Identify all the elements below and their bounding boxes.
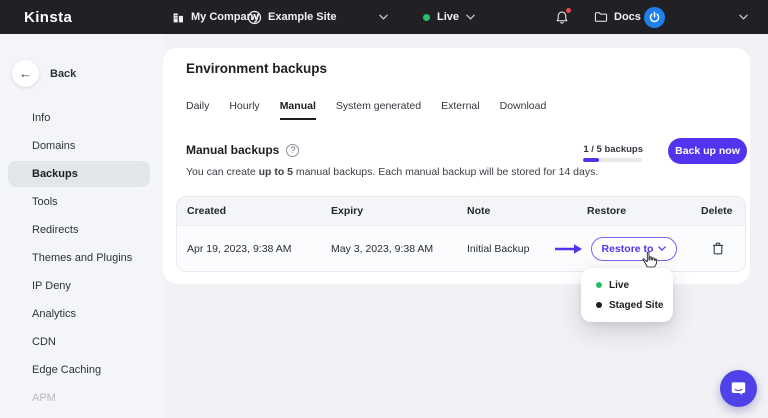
sidebar-item-label: Tools — [32, 196, 58, 208]
svg-text:W: W — [250, 13, 259, 22]
column-note: Note — [467, 205, 491, 217]
hand-cursor — [642, 251, 658, 268]
sidebar-item-tools[interactable]: Tools — [8, 189, 150, 215]
sidebar-item-label: Info — [32, 112, 51, 124]
arrow-left-icon: ← — [12, 60, 39, 87]
site-selector[interactable]: W Example Site — [247, 0, 336, 34]
sidebar-item-ip-deny[interactable]: IP Deny — [8, 273, 150, 299]
chevron-down-icon — [739, 14, 748, 20]
notification-badge — [566, 7, 571, 13]
tab-manual[interactable]: Manual — [279, 100, 316, 120]
tab-daily[interactable]: Daily — [186, 100, 209, 120]
back-button[interactable]: ← Back — [12, 60, 76, 87]
description-suffix: manual backups. Each manual backup will … — [293, 166, 599, 178]
sidebar-item-analytics[interactable]: Analytics — [8, 301, 150, 327]
top-bar: Kinsta My Company W Example Site Live Do… — [0, 0, 768, 34]
main-panel: Environment backups Daily Hourly Manual … — [163, 48, 750, 284]
sidebar-item-label: Analytics — [32, 308, 77, 320]
sidebar-item-label: APM — [32, 392, 56, 404]
delete-backup-button[interactable] — [691, 242, 745, 255]
chevron-down-icon — [658, 246, 667, 251]
column-restore: Restore — [587, 205, 627, 217]
table-header: Created Expiry Note Restore Delete — [177, 197, 745, 226]
sidebar-item-info[interactable]: Info — [8, 105, 150, 131]
kinsta-dashboard: Kinsta My Company W Example Site Live Do… — [0, 0, 768, 418]
sidebar-item-label: CDN — [32, 336, 56, 348]
backup-tabs: Daily Hourly Manual System generated Ext… — [186, 100, 546, 120]
docs-label: Docs — [614, 11, 641, 23]
sidebar-item-edge-caching[interactable]: Edge Caching — [8, 357, 150, 383]
dropdown-item-label: Staged Site — [609, 299, 664, 311]
page-title: Environment backups — [186, 61, 328, 76]
environment-name: Live — [437, 11, 460, 23]
description-prefix: You can create — [186, 166, 259, 178]
environment-selector[interactable]: Live — [423, 0, 475, 34]
cell-created: Apr 19, 2023, 9:38 AM — [187, 242, 292, 255]
description-bold: up to 5 — [258, 166, 294, 178]
sidebar-item-label: Redirects — [32, 224, 79, 236]
dropdown-item-label: Live — [609, 279, 630, 291]
chevron-down-icon — [466, 14, 475, 20]
sidebar-item-label: Backups — [32, 168, 78, 180]
backups-table: Created Expiry Note Restore Delete Apr 1… — [176, 196, 746, 272]
restore-to-button[interactable]: Restore to — [591, 236, 677, 261]
sidebar-item-label: Edge Caching — [32, 364, 102, 376]
column-expiry: Expiry — [331, 205, 364, 217]
site-name: Example Site — [268, 11, 337, 23]
sidebar-item-cdn[interactable]: CDN — [8, 329, 150, 355]
chat-widget-button[interactable] — [720, 370, 757, 407]
dropdown-item-live[interactable]: Live — [581, 275, 673, 295]
trash-icon — [713, 242, 723, 255]
table-row: Apr 19, 2023, 9:38 AM May 3, 2023, 9:38 … — [177, 226, 745, 271]
sidebar-item-label: Themes and Plugins — [32, 252, 133, 264]
sidebar-item-redirects[interactable]: Redirects — [8, 217, 150, 243]
tab-hourly[interactable]: Hourly — [229, 100, 259, 120]
section-description: You can create up to 5 manual backups. E… — [186, 166, 598, 178]
docs-link[interactable]: Docs — [594, 0, 641, 34]
help-icon[interactable]: ? — [286, 143, 300, 157]
backup-usage-bar — [583, 158, 642, 162]
wordpress-icon: W — [247, 10, 262, 24]
notifications-button[interactable] — [555, 0, 571, 34]
live-dot-icon — [596, 282, 602, 288]
tab-external[interactable]: External — [441, 100, 480, 120]
sidebar-item-themes-and-plugins[interactable]: Themes and Plugins — [8, 245, 150, 271]
sidebar-item-backups[interactable]: Backups — [8, 161, 150, 187]
restore-dropdown-menu: Live Staged Site — [581, 268, 673, 322]
tab-download[interactable]: Download — [500, 100, 547, 120]
column-delete: Delete — [701, 205, 733, 217]
sidebar-item-domains[interactable]: Domains — [8, 133, 150, 159]
back-label: Back — [50, 67, 77, 80]
section-title: Manual backups — [186, 143, 280, 157]
user-menu-toggle[interactable] — [739, 0, 748, 34]
backup-usage-fill — [583, 158, 599, 162]
tutorial-arrow-annotation — [555, 243, 582, 254]
dropdown-item-staged-site[interactable]: Staged Site — [581, 295, 673, 315]
kinsta-logo: Kinsta — [24, 8, 73, 26]
power-icon — [649, 11, 660, 22]
chevron-down-icon — [379, 14, 388, 20]
sidebar-item-apm[interactable]: APM — [8, 385, 150, 411]
column-created: Created — [187, 205, 227, 217]
site-dropdown-toggle[interactable] — [379, 0, 388, 34]
folder-icon — [594, 12, 608, 22]
sidebar: ← Back Info Domains Backups Tools Redire… — [0, 34, 163, 418]
chat-bubble-icon — [731, 382, 746, 396]
sidebar-item-label: Domains — [32, 140, 76, 152]
tab-system-generated[interactable]: System generated — [336, 100, 421, 120]
backup-usage-label: 1 / 5 backups — [583, 144, 643, 155]
user-avatar[interactable] — [644, 0, 665, 34]
back-up-now-button[interactable]: Back up now — [668, 138, 747, 164]
live-status-dot — [423, 13, 430, 21]
cell-expiry: May 3, 2023, 9:38 AM — [331, 242, 434, 255]
staged-dot-icon — [596, 302, 602, 308]
sidebar-item-label: IP Deny — [32, 280, 71, 292]
company-icon — [173, 12, 183, 22]
